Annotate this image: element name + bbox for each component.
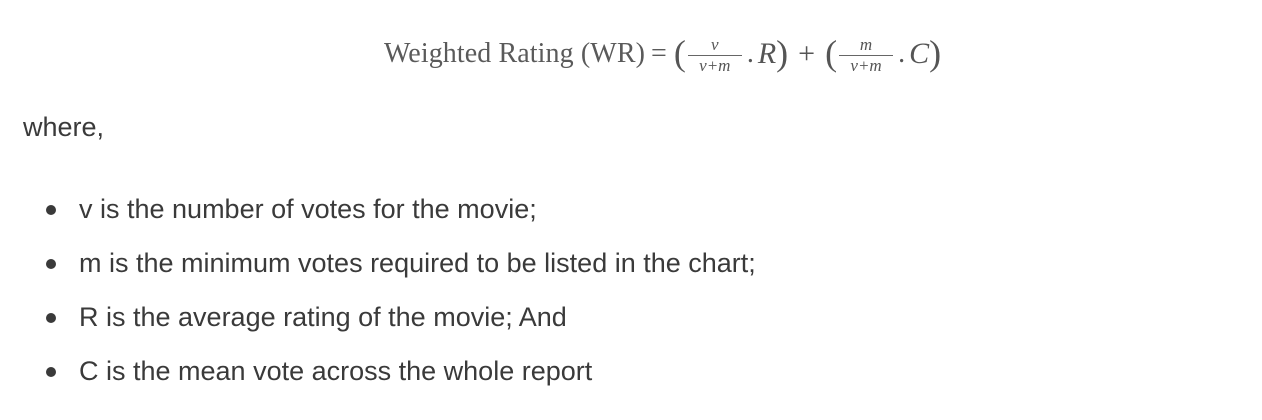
fraction-minimum-share: m v+m — [839, 34, 894, 76]
fraction-denominator: v+m — [699, 56, 731, 76]
list-item-text: m is the minimum votes required to be li… — [79, 248, 756, 278]
fraction-numerator: m — [859, 34, 873, 54]
variable-c: C — [909, 37, 930, 70]
list-item-text: C is the mean vote across the whole repo… — [79, 356, 593, 386]
close-paren: ) — [776, 33, 789, 73]
weighted-rating-formula: Weighted Rating (WR) = ( v v+m . R ) + (… — [384, 24, 941, 84]
fraction-denominator: v+m — [850, 56, 882, 76]
variable-r: R — [757, 37, 777, 70]
open-paren: ( — [673, 33, 686, 73]
list-item-text: v is the number of votes for the movie; — [79, 194, 537, 224]
bullet-icon — [46, 259, 56, 269]
fraction-numerator: v — [711, 34, 719, 54]
plus-sign: + — [798, 37, 816, 70]
close-paren: ) — [929, 33, 942, 73]
equals-sign: = — [651, 38, 667, 69]
formula-label: Weighted Rating (WR) — [384, 38, 646, 69]
multiply-dot: . — [746, 38, 754, 69]
fraction-votes-share: v v+m — [687, 34, 742, 76]
bullet-icon — [46, 313, 56, 323]
multiply-dot: . — [898, 38, 906, 69]
bullet-icon — [46, 367, 56, 377]
open-paren: ( — [825, 33, 838, 73]
list-item-text: R is the average rating of the movie; An… — [79, 302, 567, 332]
bullet-icon — [46, 205, 56, 215]
where-intro: where, — [23, 112, 105, 142]
